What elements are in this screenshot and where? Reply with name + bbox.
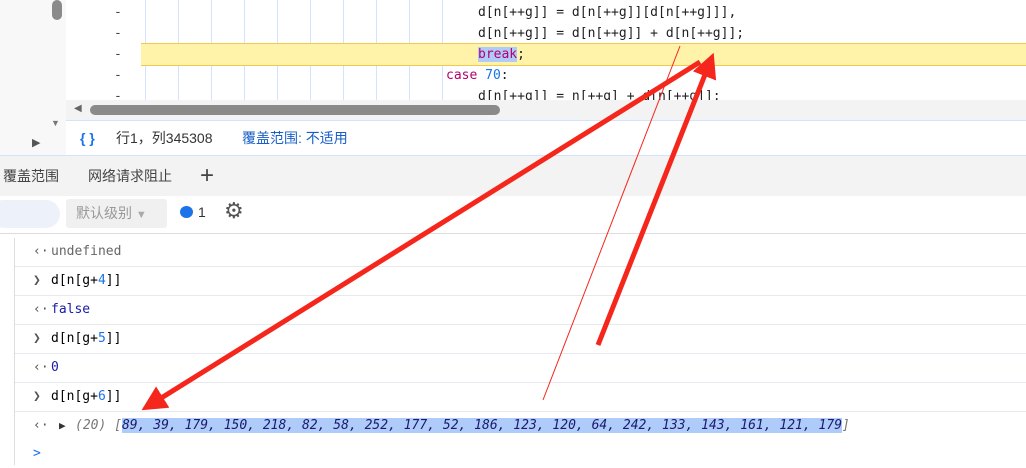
thin-annotation-line [542, 45, 681, 401]
annotation-arrows [141, 45, 717, 411]
arrow-to-array [141, 59, 702, 411]
arrow-to-code [595, 52, 717, 346]
